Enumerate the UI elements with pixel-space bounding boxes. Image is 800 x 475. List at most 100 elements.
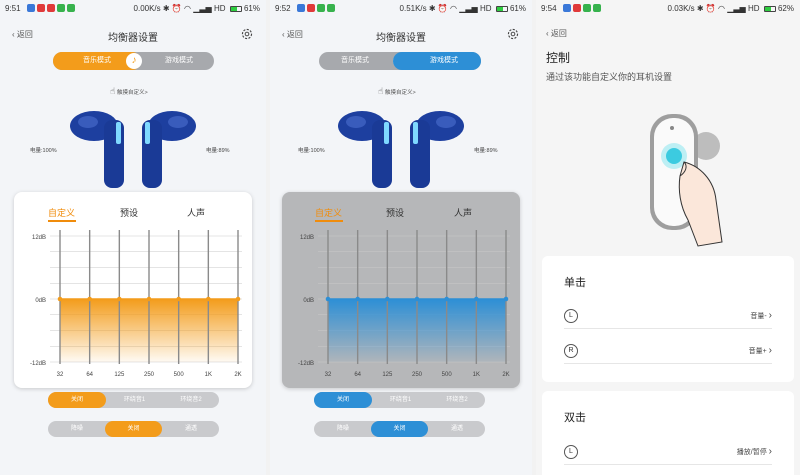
eq-axis-label-top: 12dB xyxy=(300,235,314,241)
ambient-sound-selector[interactable]: 关闭 环绕音1 环绕音2 xyxy=(314,392,485,408)
net-speed: 0.00K/s xyxy=(133,4,161,13)
eq-band-label: 500 xyxy=(174,372,185,378)
touch-customize-link[interactable]: ☝ 触摸自定义> xyxy=(378,86,416,97)
game-mode-tab[interactable]: 游戏模式 xyxy=(393,52,481,70)
ambient-option-surround-2[interactable]: 环绕音2 xyxy=(163,392,219,408)
earbud-touch-illustration xyxy=(650,114,723,247)
eq-axis-label-bottom: -12dB xyxy=(30,361,46,367)
single-tap-left-row[interactable]: L 音量- › xyxy=(564,305,772,329)
eq-band-label: 64 xyxy=(354,372,361,378)
game-mode-tab[interactable]: 游戏模式 xyxy=(145,52,213,70)
noise-control-selector[interactable]: 降噪 关闭 通透 xyxy=(48,421,219,437)
eq-band-handle xyxy=(206,296,211,302)
network-type: HD xyxy=(479,4,492,13)
page-subtitle: 通过该功能自定义你的耳机设置 xyxy=(546,72,673,82)
mode-switch[interactable]: 音乐模式 ♪ 游戏模式 xyxy=(53,52,214,70)
battery-icon xyxy=(229,5,242,12)
eq-band-label: 2K xyxy=(502,372,509,378)
noise-option-transparent[interactable]: 通透 xyxy=(429,421,485,437)
active-tab-underline xyxy=(48,220,76,222)
ambient-option-off[interactable]: 关闭 xyxy=(314,392,372,408)
noise-option-anc[interactable]: 降噪 xyxy=(48,421,106,437)
eq-axis-label-mid: 0dB xyxy=(35,298,46,304)
tab-vocal: 人声 xyxy=(454,208,473,218)
app-notification-icon xyxy=(27,4,35,12)
eq-band-handle xyxy=(87,296,92,302)
ambient-option-surround-1[interactable]: 环绕音1 xyxy=(372,392,429,408)
eq-band-label: 250 xyxy=(144,372,155,378)
double-tap-title: 双击 xyxy=(564,412,586,424)
status-bar: 9:51 0.00K/s ✱ ⏰ ◠ ▁▃▅ HD 61% xyxy=(0,0,266,18)
equalizer-graph: 12dB 0dB -12dB 32 64 125 250 500 1K 2K xyxy=(298,230,510,378)
signal-icon: ▁▃▅ xyxy=(727,4,746,13)
tab-preset[interactable]: 预设 xyxy=(120,206,138,219)
mode-switch[interactable]: 音乐模式 ⊕ 游戏模式 xyxy=(319,52,481,70)
single-tap-title: 单击 xyxy=(564,277,586,289)
game-mode-label: 游戏模式 xyxy=(165,57,193,64)
eq-axis-label-mid: 0dB xyxy=(303,298,314,304)
app-notification-icon xyxy=(327,4,335,12)
eq-band-handle xyxy=(503,296,509,302)
ambient-sound-selector[interactable]: 关闭 环绕音1 环绕音2 xyxy=(48,392,219,408)
notification-icons xyxy=(563,4,601,12)
battery-icon xyxy=(495,5,508,12)
noise-option-off[interactable]: 关闭 xyxy=(105,421,162,437)
touch-hint-label: 触摸自定义> xyxy=(385,90,416,96)
tab-custom[interactable]: 自定义 xyxy=(48,206,75,219)
battery-icon xyxy=(763,5,776,12)
network-type: HD xyxy=(213,4,226,13)
app-notification-icon xyxy=(307,4,315,12)
ambient-option-off[interactable]: 关闭 xyxy=(48,392,106,408)
eq-band-label: 1K xyxy=(205,372,212,378)
app-notification-icon xyxy=(317,4,325,12)
eq-band-handle xyxy=(57,296,63,302)
network-type: HD xyxy=(747,4,760,13)
noise-option-transparent[interactable]: 通透 xyxy=(163,421,219,437)
page-title: 均衡器设置 xyxy=(376,33,426,44)
app-notification-icon xyxy=(297,4,305,12)
single-tap-right-row[interactable]: R 音量+ › xyxy=(564,340,772,364)
eq-band-label: 32 xyxy=(325,372,332,378)
noise-option-off[interactable]: 关闭 xyxy=(371,421,428,437)
game-mode-label: 游戏模式 xyxy=(430,57,458,64)
music-note-icon: ♪ xyxy=(126,53,142,69)
tab-vocal[interactable]: 人声 xyxy=(187,206,205,219)
gear-icon[interactable] xyxy=(506,27,520,41)
app-header: ‹ 返回 均衡器设置 xyxy=(270,27,532,45)
eq-band-label: 500 xyxy=(442,372,453,378)
music-mode-tab[interactable]: 音乐模式 xyxy=(319,52,391,70)
tab-custom: 自定义 xyxy=(315,208,343,218)
battery-percent: 62% xyxy=(777,4,794,13)
chevron-right-icon: › xyxy=(768,345,772,356)
notification-icons xyxy=(27,4,75,12)
eq-axis-label-bottom: -12dB xyxy=(298,361,314,367)
active-tab-underline xyxy=(315,220,343,222)
hand-touch-icon: ☝ xyxy=(110,86,116,96)
screenshot-root: 9:51 0.00K/s ✱ ⏰ ◠ ▁▃▅ HD 61% ‹ 返回 均衡器设置… xyxy=(0,0,800,475)
status-right: 0.03K/s ✱ ⏰ ◠ ▁▃▅ HD 62% xyxy=(668,4,794,13)
status-bar: 9:54 0.03K/s ✱ ⏰ ◠ ▁▃▅ HD 62% xyxy=(536,0,800,18)
battery-percent: 61% xyxy=(243,4,260,13)
gear-icon[interactable] xyxy=(240,27,254,41)
left-earbud-battery: 电量:100% xyxy=(30,148,57,154)
eq-band-handle xyxy=(414,296,420,302)
double-tap-left-row[interactable]: L 播放/暂停 › xyxy=(564,441,772,465)
touch-customize-link[interactable]: ☝ 触摸自定义> xyxy=(110,86,148,97)
app-header: ‹ 返回 均衡器设置 xyxy=(0,27,266,45)
noise-option-anc[interactable]: 降噪 xyxy=(314,421,372,437)
status-right: 0.51K/s ✱ ⏰ ◠ ▁▃▅ HD 61% xyxy=(400,4,526,13)
noise-control-selector[interactable]: 降噪 关闭 通透 xyxy=(314,421,485,437)
status-bar: 9:52 0.51K/s ✱ ⏰ ◠ ▁▃▅ HD 61% xyxy=(270,0,532,18)
eq-band-handle xyxy=(385,296,390,302)
eq-band-label: 32 xyxy=(57,372,64,378)
ambient-option-surround-2[interactable]: 环绕音2 xyxy=(429,392,485,408)
bluetooth-icon: ✱ xyxy=(162,4,170,13)
back-button[interactable]: ‹ 返回 xyxy=(546,28,567,39)
net-speed: 0.51K/s xyxy=(399,4,427,13)
app-notification-icon xyxy=(573,4,581,12)
right-earbud-badge: R xyxy=(564,344,578,358)
ambient-option-surround-1[interactable]: 环绕音1 xyxy=(106,392,163,408)
equalizer-graph[interactable]: 12dB 0dB -12dB 32 64 125 250 500 1K 2K xyxy=(28,228,244,384)
row-value: 音量- › xyxy=(750,310,772,321)
eq-axis-label-top: 12dB xyxy=(32,235,46,241)
